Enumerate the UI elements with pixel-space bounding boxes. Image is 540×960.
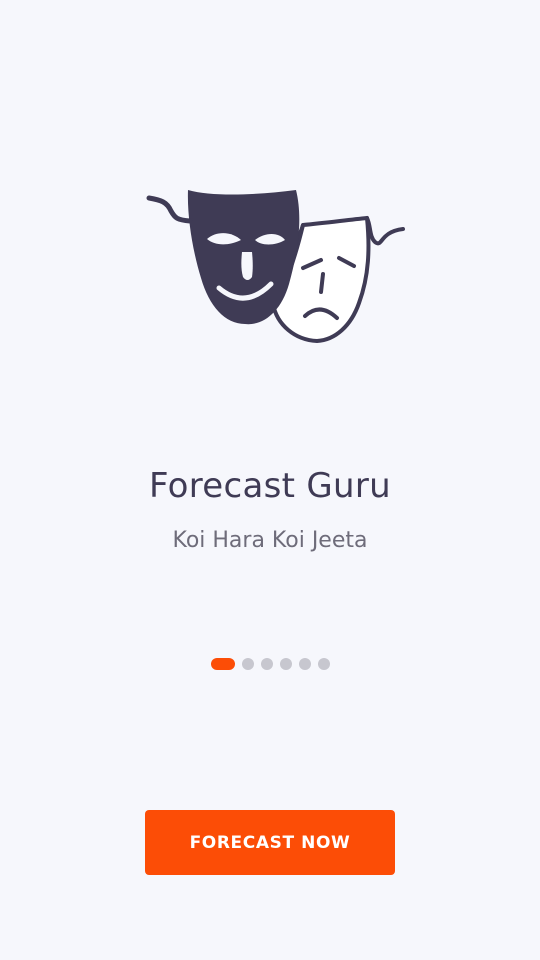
pagination-dot[interactable] <box>299 657 311 670</box>
theater-masks-icon <box>145 188 407 348</box>
pagination-dot[interactable] <box>242 657 254 670</box>
app-title: Forecast Guru <box>149 466 391 506</box>
pagination-dot[interactable] <box>261 657 273 670</box>
app-tagline: Koi Hara Koi Jeeta <box>172 528 368 553</box>
forecast-now-button[interactable]: FORECAST NOW <box>145 810 395 875</box>
pagination-dot[interactable] <box>280 657 292 670</box>
pagination-dot-active[interactable] <box>211 657 235 670</box>
pagination-dot[interactable] <box>318 657 330 670</box>
onboarding-pagination <box>211 657 330 670</box>
